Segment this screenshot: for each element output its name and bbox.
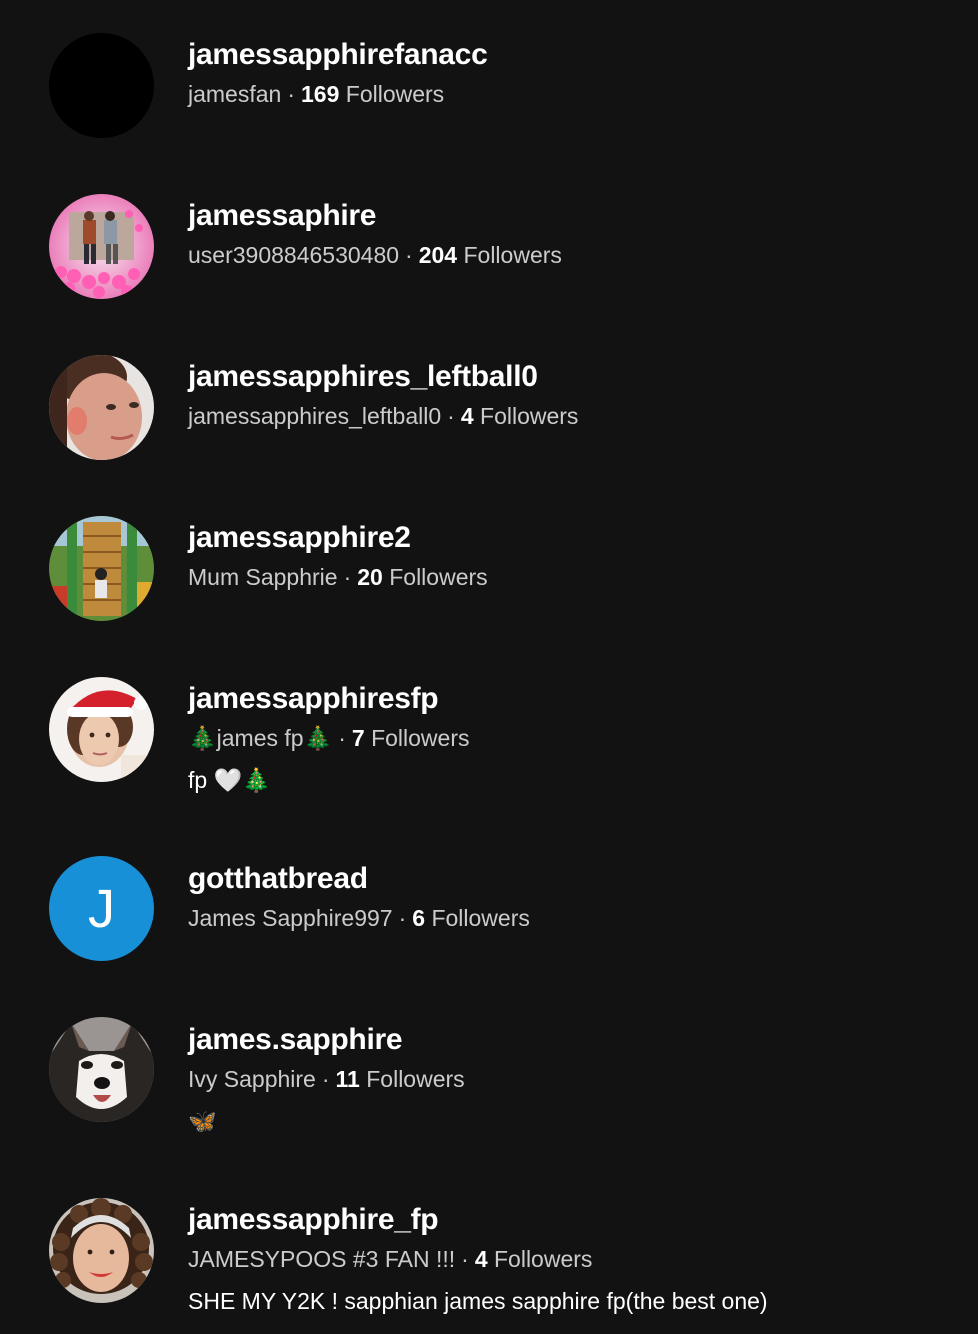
meta-separator: · bbox=[447, 403, 455, 429]
user-avatar[interactable] bbox=[49, 1017, 154, 1122]
nickname: jamesfan bbox=[188, 81, 282, 107]
user-meta: Ivy Sapphire · 11 Followers bbox=[188, 1066, 465, 1093]
follower-count: 6 bbox=[412, 905, 426, 931]
nickname: JAMESYPOOS #3 FAN !!! bbox=[188, 1246, 456, 1272]
follower-count: 169 bbox=[301, 81, 340, 107]
follower-count: 204 bbox=[418, 242, 458, 268]
user-meta: user3908846530480 · 204 Followers bbox=[188, 242, 562, 269]
followers-label: Followers bbox=[494, 1246, 593, 1272]
user-bio: 🦋 bbox=[188, 1108, 217, 1134]
followers-label: Followers bbox=[480, 403, 579, 429]
followers-label: Followers bbox=[366, 1066, 465, 1092]
user-result-row[interactable]: jamessapphiresfp 🎄james fp🎄 · 7 Followers … bbox=[0, 643, 978, 824]
user-avatar[interactable]: J bbox=[49, 856, 154, 961]
username[interactable]: jamessapphire2 bbox=[188, 521, 411, 555]
nickname: 🎄james fp🎄 bbox=[188, 725, 333, 751]
user-result-row[interactable]: jamessaphire user3908846530480 · 204 Follo… bbox=[0, 160, 978, 321]
nickname: Mum Sapphrie bbox=[188, 564, 338, 590]
follower-count: 20 bbox=[357, 564, 383, 590]
username[interactable]: jamessapphires_leftball0 bbox=[188, 360, 538, 394]
nickname: Ivy Sapphire bbox=[188, 1066, 316, 1092]
follower-count: 11 bbox=[335, 1066, 360, 1092]
followers-label: Followers bbox=[371, 725, 470, 751]
user-result-row[interactable]: james.sapphire Ivy Sapphire · 11 Followers… bbox=[0, 985, 978, 1165]
nickname: jamessapphires_leftball0 bbox=[188, 403, 442, 429]
user-avatar[interactable] bbox=[49, 677, 154, 782]
user-result-row[interactable]: jamessapphirefanacc jamesfan · 169 Followe… bbox=[0, 0, 978, 160]
user-avatar[interactable] bbox=[49, 516, 154, 621]
avatar-initial: J bbox=[49, 856, 154, 961]
meta-separator: · bbox=[461, 1246, 469, 1272]
meta-separator: · bbox=[398, 905, 407, 931]
nickname: user3908846530480 bbox=[188, 242, 400, 268]
user-avatar[interactable] bbox=[49, 194, 154, 299]
user-bio: fp 🤍🎄 bbox=[188, 767, 271, 793]
user-avatar[interactable] bbox=[49, 1198, 154, 1303]
user-meta: Mum Sapphrie · 20 Followers bbox=[188, 564, 488, 591]
user-meta: JAMESYPOOS #3 FAN !!! · 4 Followers bbox=[188, 1246, 592, 1273]
user-result-row[interactable]: jamessapphires_leftball0 jamessapphires_… bbox=[0, 321, 978, 482]
username[interactable]: gotthatbread bbox=[188, 862, 368, 896]
followers-label: Followers bbox=[389, 564, 488, 590]
follower-count: 7 bbox=[351, 725, 365, 751]
username[interactable]: jamessapphire_fp bbox=[188, 1203, 439, 1237]
username[interactable]: jamessaphire bbox=[188, 199, 376, 233]
user-result-row[interactable]: J gotthatbread James Sapphire997 · 6 Follo… bbox=[0, 824, 978, 985]
followers-label: Followers bbox=[463, 242, 562, 268]
user-avatar[interactable] bbox=[49, 355, 154, 460]
follower-count: 4 bbox=[474, 1246, 488, 1272]
user-meta: 🎄james fp🎄 · 7 Followers bbox=[188, 725, 469, 752]
user-meta: jamesfan · 169 Followers bbox=[188, 81, 444, 108]
user-avatar[interactable] bbox=[49, 33, 154, 138]
meta-separator: · bbox=[405, 242, 413, 268]
follower-count: 4 bbox=[460, 403, 474, 429]
user-meta: James Sapphire997 · 6 Followers bbox=[188, 905, 530, 932]
nickname: James Sapphire997 bbox=[188, 905, 393, 931]
user-result-row[interactable]: jamessapphire2 Mum Sapphrie · 20 Followers bbox=[0, 482, 978, 643]
followers-label: Followers bbox=[431, 905, 530, 931]
username[interactable]: jamessapphiresfp bbox=[188, 682, 439, 716]
username[interactable]: james.sapphire bbox=[188, 1023, 403, 1057]
meta-separator: · bbox=[338, 725, 346, 751]
user-bio: SHE MY Y2K ! sapphian james sapphire fp(… bbox=[188, 1288, 768, 1314]
meta-separator: · bbox=[287, 81, 295, 107]
user-result-row[interactable]: jamessapphire_fp JAMESYPOOS #3 FAN !!! · 4… bbox=[0, 1165, 978, 1334]
user-meta: jamessapphires_leftball0 · 4 Followers bbox=[188, 403, 578, 430]
meta-separator: · bbox=[321, 1066, 330, 1092]
username[interactable]: jamessapphirefanacc bbox=[188, 38, 488, 72]
meta-separator: · bbox=[343, 564, 352, 590]
followers-label: Followers bbox=[345, 81, 445, 107]
